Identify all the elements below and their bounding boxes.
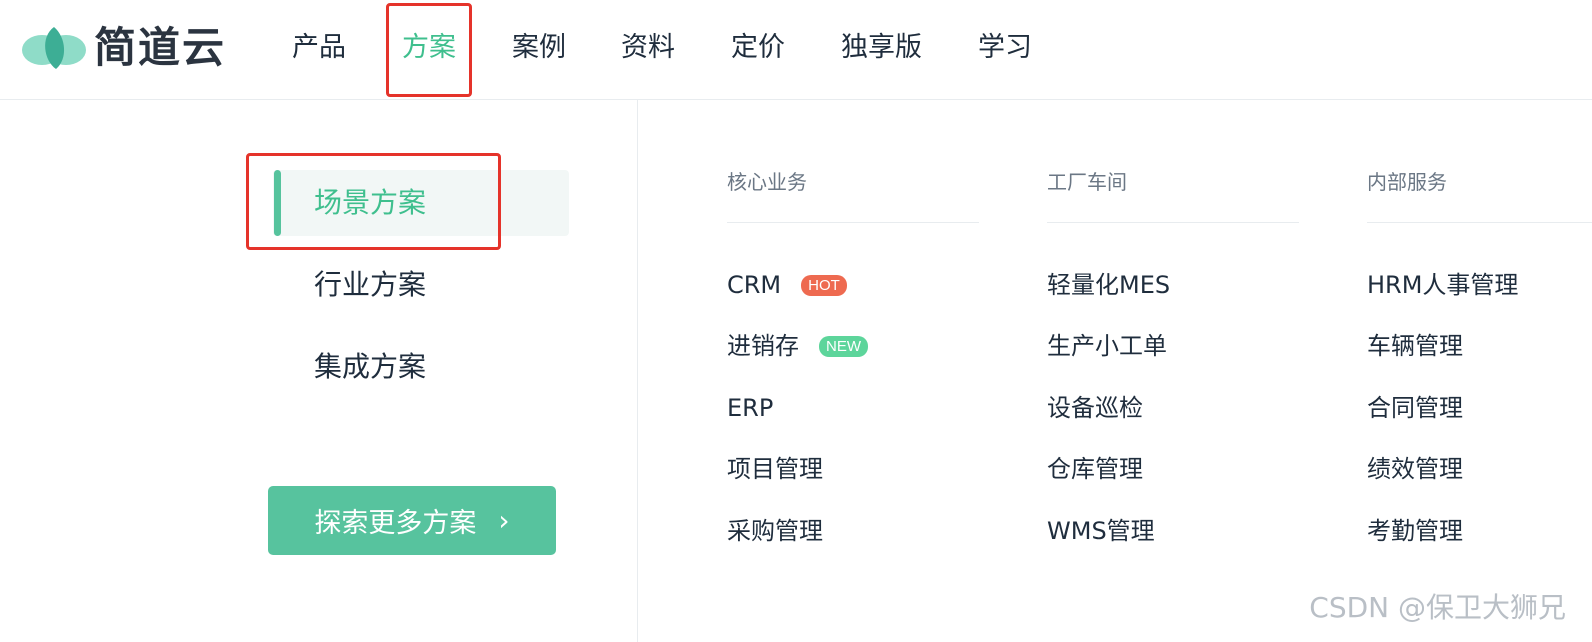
nav-item-resources[interactable]: 资料 <box>621 28 675 68</box>
column-divider <box>637 100 638 642</box>
category-integration[interactable]: 集成方案 <box>314 346 426 388</box>
solution-link-performance[interactable]: 绩效管理 <box>1367 451 1463 487</box>
chevron-right-icon: › <box>498 503 510 537</box>
solution-link-inspection[interactable]: 设备巡检 <box>1047 390 1143 426</box>
brand-logo[interactable]: 简道云 <box>22 22 226 74</box>
column-rule <box>727 222 979 223</box>
solution-link-warehouse[interactable]: 仓库管理 <box>1047 451 1143 487</box>
category-scenario[interactable]: 场景方案 <box>314 182 426 224</box>
solution-link-project[interactable]: 项目管理 <box>727 451 823 487</box>
leaf-logo-icon <box>22 27 86 69</box>
column-rule <box>1367 222 1592 223</box>
solution-label: 进销存 <box>727 332 799 360</box>
nav-item-cases[interactable]: 案例 <box>512 28 566 68</box>
nav-item-solutions[interactable]: 方案 <box>402 28 456 68</box>
solution-link-vehicle[interactable]: 车辆管理 <box>1367 328 1463 364</box>
solution-link-mes[interactable]: 轻量化MES <box>1047 267 1170 303</box>
column-title-core-business: 核心业务 <box>727 170 807 194</box>
category-active-indicator <box>274 170 281 236</box>
solution-link-wms[interactable]: WMS管理 <box>1047 513 1155 549</box>
nav-item-products[interactable]: 产品 <box>292 28 346 68</box>
solution-link-purchase[interactable]: 采购管理 <box>727 513 823 549</box>
explore-more-button[interactable]: 探索更多方案 › <box>268 486 556 555</box>
column-title-internal: 内部服务 <box>1367 170 1447 194</box>
column-rule <box>1047 222 1299 223</box>
column-title-factory: 工厂车间 <box>1047 170 1127 194</box>
solution-link-contract[interactable]: 合同管理 <box>1367 390 1463 426</box>
explore-more-label: 探索更多方案 <box>314 508 477 539</box>
solution-link-hrm[interactable]: HRM人事管理 <box>1367 267 1518 303</box>
solution-label: CRM <box>727 271 782 299</box>
watermark: CSDN @保卫大狮兄 <box>1309 591 1566 624</box>
solution-link-work-order[interactable]: 生产小工单 <box>1047 328 1167 364</box>
solution-link-attendance[interactable]: 考勤管理 <box>1367 513 1463 549</box>
nav-item-dedicated[interactable]: 独享版 <box>841 28 922 68</box>
top-nav-bar: 简道云 产品 方案 案例 资料 定价 独享版 学习 <box>0 0 1592 100</box>
solution-link-erp[interactable]: ERP <box>727 390 773 426</box>
page: 简道云 产品 方案 案例 资料 定价 独享版 学习 场景方案 行业方案 集成方案… <box>0 0 1592 642</box>
brand-name: 简道云 <box>94 23 227 72</box>
solution-link-crm[interactable]: CRM HOT <box>727 267 847 303</box>
nav-item-pricing[interactable]: 定价 <box>731 28 785 68</box>
nav-item-learning[interactable]: 学习 <box>978 28 1032 68</box>
solution-link-inventory[interactable]: 进销存 NEW <box>727 328 868 364</box>
category-industry[interactable]: 行业方案 <box>314 264 426 306</box>
hot-badge: HOT <box>801 274 847 296</box>
new-badge: NEW <box>819 335 868 357</box>
